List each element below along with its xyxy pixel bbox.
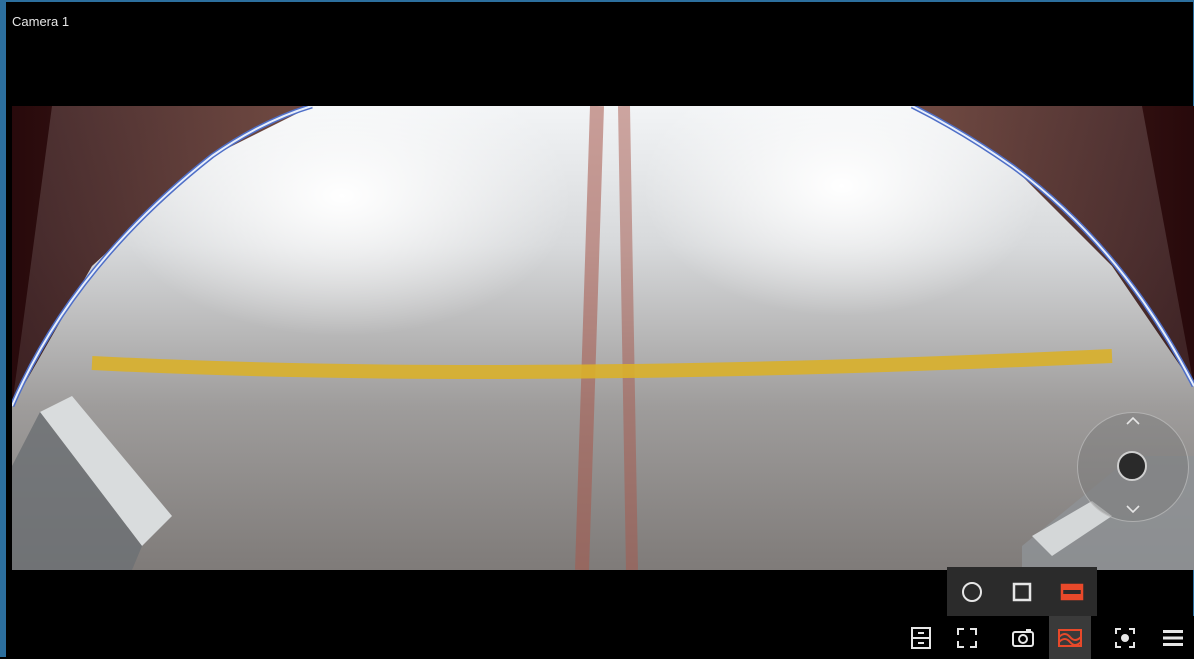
view-mode-square-button[interactable] — [1006, 576, 1038, 608]
camera-feed-image[interactable] — [12, 106, 1194, 570]
menu-icon — [1163, 629, 1183, 646]
snapshot-button[interactable] — [1002, 616, 1044, 659]
panorama-rectangle-icon — [1060, 583, 1084, 601]
circle-icon — [962, 582, 982, 602]
focus-button[interactable] — [1104, 616, 1146, 659]
fullscreen-button[interactable] — [946, 616, 988, 659]
camera-icon — [1012, 628, 1034, 647]
dewarp-button[interactable] — [1049, 616, 1091, 659]
split-layout-icon — [911, 626, 931, 649]
bottom-toolbar — [6, 616, 1194, 659]
dewarp-icon — [1058, 628, 1082, 647]
camera-title: Camera 1 — [12, 14, 70, 29]
view-mode-panorama-button[interactable] — [1056, 576, 1088, 608]
view-mode-panel — [947, 567, 1097, 616]
view-mode-circle-button[interactable] — [956, 576, 988, 608]
ptz-joystick[interactable] — [1077, 412, 1189, 522]
camera-viewer[interactable]: Camera 1 — [0, 0, 1194, 659]
fullscreen-icon — [957, 627, 977, 648]
square-icon — [1012, 582, 1032, 602]
chevron-down-icon[interactable] — [1126, 505, 1140, 513]
menu-button[interactable] — [1152, 616, 1194, 659]
focus-icon — [1115, 627, 1135, 648]
chevron-up-icon[interactable] — [1126, 417, 1140, 425]
layout-button[interactable] — [900, 616, 942, 659]
joystick-knob[interactable] — [1117, 451, 1147, 481]
